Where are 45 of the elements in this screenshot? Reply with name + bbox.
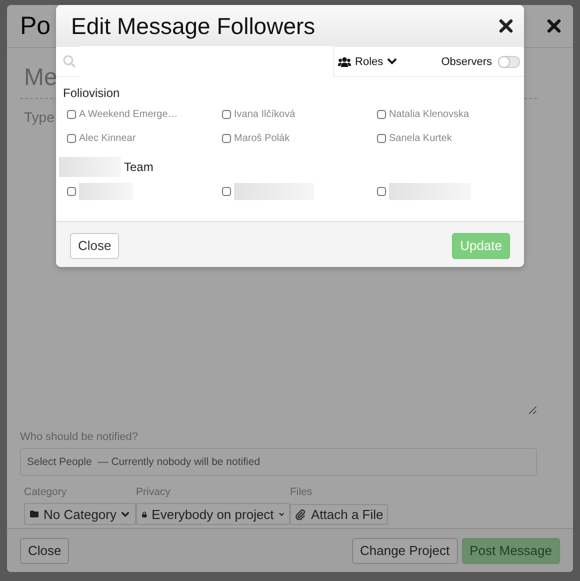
group-name: Team	[124, 160, 154, 174]
chevron-down-icon	[121, 510, 130, 518]
checkbox[interactable]	[67, 187, 76, 196]
dialog-button[interactable]: Close	[20, 538, 70, 564]
close-icon[interactable]	[547, 19, 561, 33]
member-name: Alec Kinnear	[79, 133, 136, 144]
dropdown[interactable]: No Category	[24, 503, 136, 525]
users-icon	[338, 56, 352, 66]
chevron-down-icon	[387, 58, 398, 65]
field-label: Files	[290, 486, 314, 498]
checkbox[interactable]	[67, 110, 76, 119]
dropdown[interactable]: Everybody on project	[136, 503, 290, 525]
select-people-link[interactable]: Select People	[27, 456, 92, 468]
attach-file-button[interactable]: Attach a File	[290, 504, 388, 525]
checkbox[interactable]	[377, 110, 386, 119]
member-name: Ivana Ilčíková	[234, 109, 296, 120]
dialog-button[interactable]: Close	[70, 232, 120, 258]
member-name: Sanela Kurtek	[389, 133, 452, 144]
checkbox[interactable]	[67, 134, 76, 143]
checkbox[interactable]	[222, 110, 231, 119]
dialog-title: Po	[20, 12, 51, 40]
redacted-name	[79, 183, 133, 200]
chevron-down-icon	[278, 510, 284, 518]
observers-label: Observers	[441, 56, 492, 68]
paperclip-icon	[295, 509, 306, 520]
folder-icon	[30, 510, 38, 518]
field-label: Category	[24, 486, 68, 498]
member-name: A Weekend Emerge…	[79, 109, 178, 120]
close-icon[interactable]	[499, 19, 513, 33]
checkbox[interactable]	[377, 187, 386, 196]
member-name: Maroš Polák	[234, 133, 290, 144]
member-name: Natalia Klenovska	[389, 109, 470, 120]
dialog-button[interactable]: Change Project	[352, 538, 458, 564]
notify-status: — Currently nobody will be notified	[98, 456, 260, 468]
observers-toggle[interactable]	[498, 56, 520, 68]
dialog-title: Edit Message Followers	[71, 12, 316, 40]
group-name: Foliovision	[63, 86, 120, 100]
notify-label: Who should be notified?	[20, 431, 140, 443]
checkbox[interactable]	[377, 134, 386, 143]
checkbox[interactable]	[222, 134, 231, 143]
field-label: Privacy	[136, 486, 172, 498]
checkbox[interactable]	[222, 187, 231, 196]
notify-field[interactable]: Select People — Currently nobody will be notified	[20, 448, 537, 476]
search-icon	[63, 55, 76, 68]
roles-dropdown[interactable]: Roles	[334, 47, 442, 76]
